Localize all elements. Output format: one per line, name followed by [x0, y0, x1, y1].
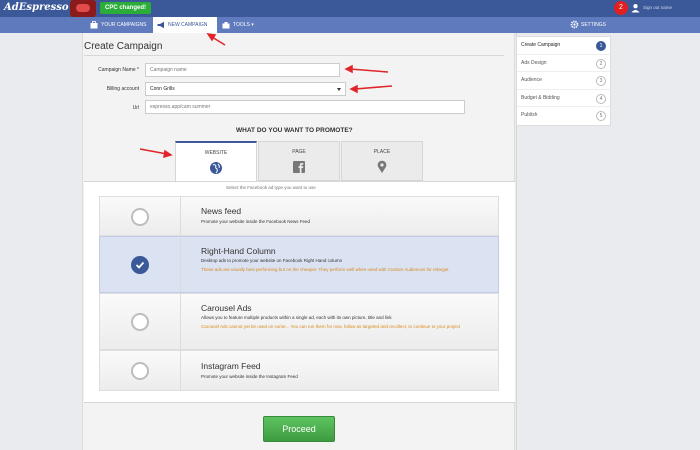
- arrow-campaign-name: [349, 68, 389, 73]
- arrow-billing-account: [354, 85, 393, 90]
- annotation-arrows: [139, 33, 393, 159]
- arrow-website-tab: [139, 148, 168, 155]
